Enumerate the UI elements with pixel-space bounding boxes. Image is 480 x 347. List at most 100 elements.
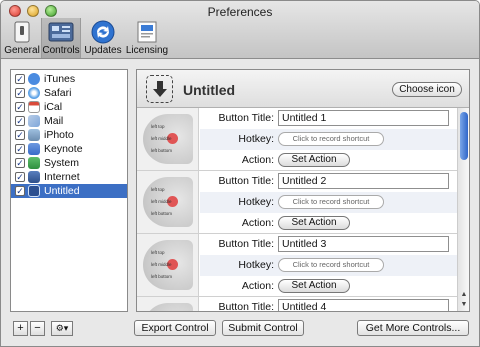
checkbox[interactable]: ✓ [15,116,25,126]
hotkey-line: Hotkey: Click to record shortcut [200,192,457,213]
button-title-field[interactable]: Untitled 4 [278,299,449,311]
checkbox[interactable]: ✓ [15,172,25,182]
tab-controls[interactable]: Controls [41,18,81,58]
checkbox[interactable]: ✓ [15,158,25,168]
list-item-label: Keynote [44,143,83,155]
thumbnail-text: left top [151,250,165,255]
button-title-field[interactable]: Untitled 2 [278,173,449,189]
hotkey-line: Hotkey: Click to record shortcut [200,129,457,150]
panel-header: Untitled Choose icon [137,70,469,108]
checkbox[interactable]: ✓ [15,88,25,98]
list-item-label: Internet [44,171,80,183]
submit-control-button[interactable]: Submit Control [222,320,304,336]
action-line: Action: Set Action [200,150,457,171]
add-button[interactable]: + [13,321,28,336]
list-item-untitled[interactable]: ✓ Untitled [11,184,127,198]
list-item-label: Safari [44,87,72,99]
thumbnail-image: left top left middle left bottom [143,177,193,227]
thumbnail-text: left top [151,124,165,129]
list-item-label: Mail [44,115,64,127]
control-thumbnail: left top left middle left bottom [137,108,199,170]
internet-icon [28,171,40,183]
scroll-down-arrow-icon[interactable]: ▼ [460,301,468,309]
hotkey-label: Hotkey: [238,196,274,208]
button-title-field[interactable]: Untitled 1 [278,110,449,126]
thumbnail-text: left middle [151,199,172,204]
application-list[interactable]: ✓ iTunes ✓ Safari ✓ iCal ✓ Mail ✓ iPhoto… [10,69,128,312]
list-item-itunes[interactable]: ✓ iTunes [11,72,127,86]
checkbox[interactable]: ✓ [15,186,25,196]
tab-updates[interactable]: Updates [83,18,123,58]
list-item-ical[interactable]: ✓ iCal [11,100,127,114]
action-label: Action: [241,280,274,292]
action-label: Action: [241,217,274,229]
shortcut-recorder[interactable]: Click to record shortcut [278,132,384,146]
scroll-up-arrow-icon[interactable]: ▲ [460,291,468,299]
shortcut-recorder[interactable]: Click to record shortcut [278,195,384,209]
safari-icon [28,87,40,99]
set-action-button[interactable]: Set Action [278,153,350,167]
switch-icon [9,20,35,44]
button-title-field[interactable]: Untitled 3 [278,236,449,252]
button-title-line: Button Title: Untitled 2 [200,171,457,192]
checkbox[interactable]: ✓ [15,102,25,112]
action-line: Action: Set Action [200,276,457,297]
system-icon [28,157,40,169]
list-item-label: iTunes [44,73,76,85]
control-row: left top left middle left bottom Button … [137,171,457,234]
itunes-icon [28,73,40,85]
list-item-safari[interactable]: ✓ Safari [11,86,127,100]
list-item-label: Untitled [44,185,80,197]
list-item-keynote[interactable]: ✓ Keynote [11,142,127,156]
remove-button[interactable]: − [30,321,45,336]
export-control-button[interactable]: Export Control [134,320,216,336]
control-thumbnail: left top left middle left bottom [137,171,199,233]
tab-licensing[interactable]: Licensing [125,18,169,58]
thumbnail-image: left top left middle left bottom [143,114,193,164]
calendar-icon [28,101,40,113]
scrollbar-thumb[interactable] [460,112,468,160]
control-editor-panel: Untitled Choose icon left top left middl… [136,69,470,312]
checkbox[interactable]: ✓ [15,74,25,84]
thumbnail-image [143,303,193,311]
set-action-button[interactable]: Set Action [278,279,350,293]
list-item-iphoto[interactable]: ✓ iPhoto [11,128,127,142]
hotkey-label: Hotkey: [238,133,274,145]
tab-licensing-label: Licensing [125,45,169,56]
checkbox[interactable]: ✓ [15,144,25,154]
thumbnail-text: left top [151,187,165,192]
action-label: Action: [241,154,274,166]
get-more-controls-button[interactable]: Get More Controls... [357,320,469,336]
list-item-mail[interactable]: ✓ Mail [11,114,127,128]
thumbnail-text: left middle [151,136,172,141]
set-action-button[interactable]: Set Action [278,216,350,230]
list-item-internet[interactable]: ✓ Internet [11,170,127,184]
control-thumbnail: left top left middle left bottom [137,234,199,296]
vertical-scrollbar[interactable]: ▲ ▼ [457,108,469,311]
download-arrow-icon[interactable] [146,75,173,103]
shortcut-recorder[interactable]: Click to record shortcut [278,258,384,272]
controls-icon [28,185,40,197]
tab-general[interactable]: General [4,18,40,58]
controls-list: left top left middle left bottom Button … [137,108,457,311]
preferences-window: Preferences General Controls Updates Lic… [0,0,480,347]
thumbnail-text: left bottom [151,148,173,153]
button-title-line: Button Title: Untitled 3 [200,234,457,255]
list-item-label: System [44,157,80,169]
thumbnail-image: left top left middle left bottom [143,240,193,290]
list-item-label: iCal [44,101,63,113]
window-title: Preferences [207,5,273,19]
hotkey-label: Hotkey: [238,259,274,271]
tab-controls-label: Controls [42,45,80,56]
button-title-line: Button Title: Untitled 1 [200,108,457,129]
list-item-system[interactable]: ✓ System [11,156,127,170]
title-bar: Preferences General Controls Updates Lic… [1,1,479,59]
list-item-label: iPhoto [44,129,74,141]
control-row: left top left middle left bottom Button … [137,108,457,171]
choose-icon-button[interactable]: Choose icon [392,82,462,97]
gear-menu-button[interactable]: ⚙▾ [51,321,73,336]
thumbnail-text: left middle [151,262,172,267]
licensing-icon [134,20,160,44]
keynote-icon [28,143,40,155]
checkbox[interactable]: ✓ [15,130,25,140]
